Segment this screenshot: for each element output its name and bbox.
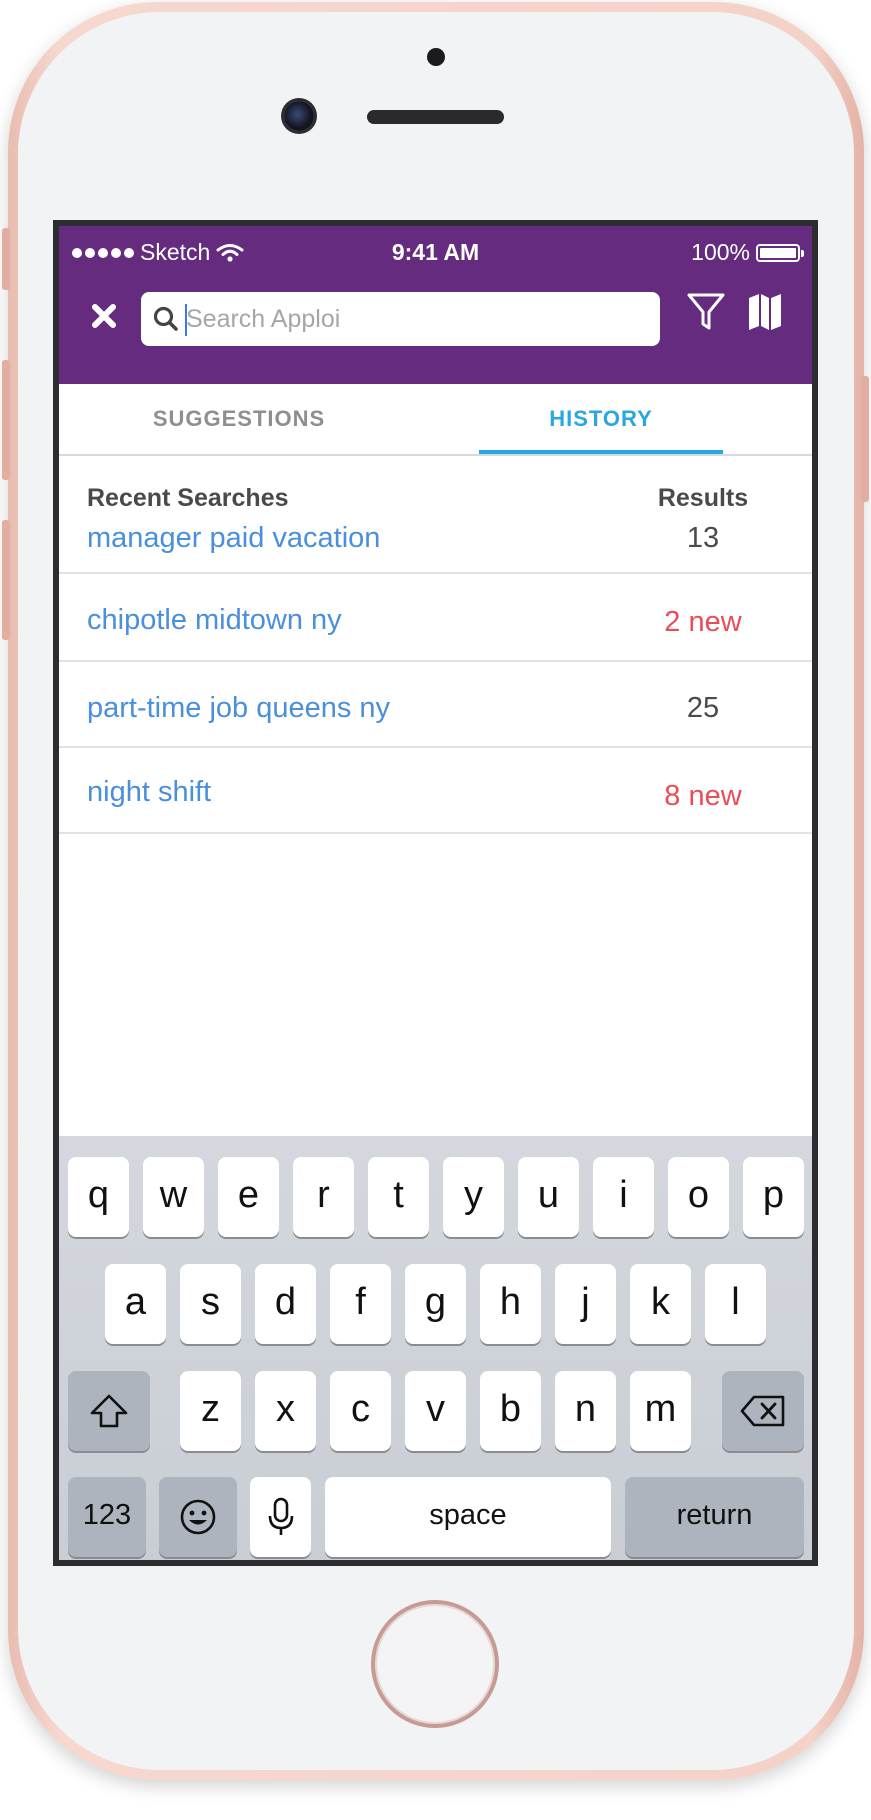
screen: Sketch 9:41 AM 100% Search Apploi SUGGES… — [53, 220, 818, 1566]
filter-button[interactable] — [686, 290, 726, 334]
search-input[interactable] — [186, 292, 646, 346]
front-camera — [284, 101, 314, 131]
proximity-sensor — [427, 48, 445, 66]
active-tab-indicator — [479, 450, 723, 454]
shift-icon — [90, 1394, 128, 1428]
search-icon — [153, 306, 178, 331]
search-field[interactable] — [141, 292, 660, 346]
volume-up-button — [2, 360, 10, 480]
map-button[interactable] — [747, 292, 783, 332]
key-g[interactable]: g — [405, 1264, 466, 1344]
tab-history[interactable]: HISTORY — [479, 384, 723, 454]
key-t[interactable]: t — [368, 1157, 429, 1237]
power-button — [861, 376, 869, 502]
history-query[interactable]: chipotle midtown ny — [87, 604, 342, 637]
history-query[interactable]: night shift — [87, 776, 211, 809]
return-key[interactable]: return — [625, 1477, 804, 1557]
home-button[interactable] — [371, 1600, 499, 1728]
close-icon — [92, 304, 116, 328]
key-v[interactable]: v — [405, 1371, 466, 1451]
earpiece-speaker — [367, 110, 504, 124]
key-k[interactable]: k — [630, 1264, 691, 1344]
key-l[interactable]: l — [705, 1264, 766, 1344]
key-w[interactable]: w — [143, 1157, 204, 1237]
key-x[interactable]: x — [255, 1371, 316, 1451]
key-e[interactable]: e — [218, 1157, 279, 1237]
map-icon — [749, 294, 781, 330]
key-u[interactable]: u — [518, 1157, 579, 1237]
emoji-icon — [180, 1499, 216, 1535]
shift-key[interactable] — [68, 1371, 150, 1451]
keyboard: q w e r t y u i o p a s d f g h j k l z … — [59, 1136, 812, 1560]
volume-down-button — [2, 520, 10, 640]
history-result-count: 25 — [686, 692, 720, 724]
key-b[interactable]: b — [480, 1371, 541, 1451]
emoji-key[interactable] — [159, 1477, 237, 1557]
key-o[interactable]: o — [668, 1157, 729, 1237]
tab-bar: SUGGESTIONS HISTORY — [59, 384, 812, 456]
key-f[interactable]: f — [330, 1264, 391, 1344]
key-j[interactable]: j — [555, 1264, 616, 1344]
key-r[interactable]: r — [293, 1157, 354, 1237]
space-key[interactable]: space — [325, 1477, 611, 1557]
history-result-new: 2 new — [664, 606, 742, 638]
key-h[interactable]: h — [480, 1264, 541, 1344]
history-row[interactable]: part-time job queens ny 25 — [59, 662, 812, 748]
history-query[interactable]: part-time job queens ny — [87, 692, 390, 725]
delete-key[interactable] — [722, 1371, 804, 1451]
key-p[interactable]: p — [743, 1157, 804, 1237]
history-result-count: 13 — [686, 522, 720, 554]
microphone-icon — [268, 1497, 293, 1535]
history-row[interactable]: chipotle midtown ny 2 new — [59, 574, 812, 662]
key-c[interactable]: c — [330, 1371, 391, 1451]
key-z[interactable]: z — [180, 1371, 241, 1451]
key-a[interactable]: a — [105, 1264, 166, 1344]
history-row[interactable]: manager paid vacation 13 — [59, 492, 812, 574]
history-query[interactable]: manager paid vacation — [87, 522, 380, 555]
search-header: Sketch 9:41 AM 100% — [59, 226, 812, 384]
key-q[interactable]: q — [68, 1157, 129, 1237]
backspace-icon — [740, 1395, 785, 1427]
battery-icon — [756, 243, 804, 262]
status-bar: Sketch 9:41 AM 100% — [59, 226, 812, 276]
key-s[interactable]: s — [180, 1264, 241, 1344]
key-m[interactable]: m — [630, 1371, 691, 1451]
battery-percent: 100% — [691, 239, 750, 265]
mute-switch — [2, 228, 10, 290]
battery-group: 100% — [691, 239, 804, 266]
key-y[interactable]: y — [443, 1157, 504, 1237]
dictation-key[interactable] — [250, 1477, 311, 1557]
numbers-key[interactable]: 123 — [68, 1477, 146, 1557]
tab-suggestions[interactable]: SUGGESTIONS — [99, 384, 379, 454]
close-button[interactable] — [84, 296, 124, 336]
history-row[interactable]: night shift 8 new — [59, 748, 812, 834]
key-i[interactable]: i — [593, 1157, 654, 1237]
key-n[interactable]: n — [555, 1371, 616, 1451]
history-result-new: 8 new — [664, 780, 742, 812]
key-d[interactable]: d — [255, 1264, 316, 1344]
filter-icon — [687, 293, 725, 330]
